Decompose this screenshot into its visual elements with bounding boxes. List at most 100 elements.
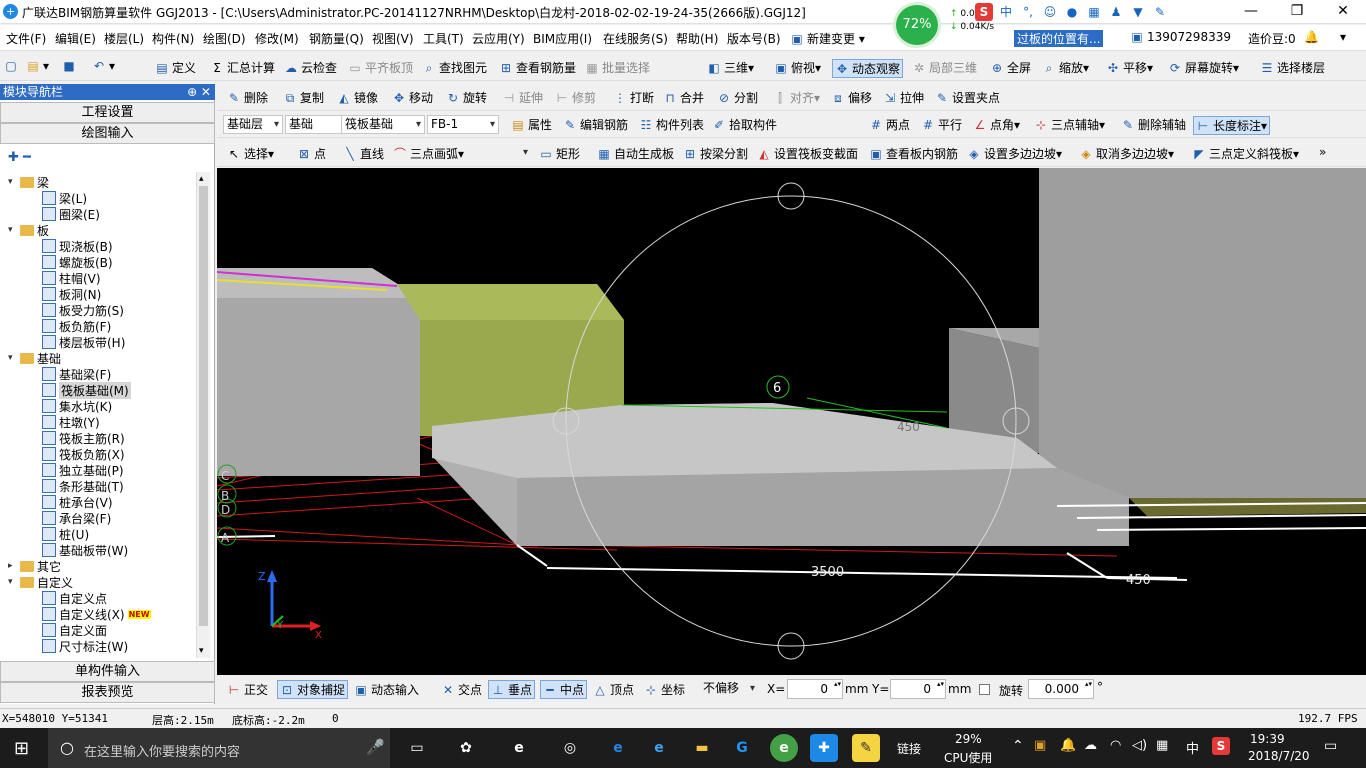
menu-tools[interactable]: 工具(T) (423, 30, 464, 47)
menu-help[interactable]: 帮助(H) (676, 30, 718, 47)
menu-online[interactable]: 在线服务(S) (603, 30, 668, 47)
vertex-snap[interactable]: △ 顶点 (593, 681, 634, 698)
volume-icon[interactable]: ◁) (1132, 738, 1147, 753)
menu-floor[interactable]: 楼层(L) (104, 30, 144, 47)
green-app-icon[interactable]: e (770, 734, 798, 762)
notification-icon[interactable]: ▭ (1324, 738, 1337, 754)
tree-folder[interactable]: ▾ 梁 (8, 174, 49, 190)
tree-item[interactable]: 筏板主筋(R) (42, 430, 125, 446)
set-section-button[interactable]: ◭ 设置筏板变截面 (757, 145, 858, 162)
tray-bell-icon[interactable]: 🔔 (1060, 738, 1076, 753)
stretch-button[interactable]: ⇲ 拉伸 (883, 89, 924, 106)
delete-aux-button[interactable]: ✎ 删除辅轴 (1121, 116, 1186, 133)
local-3d-button[interactable]: ✲ 局部三维 (912, 59, 977, 76)
tree-item[interactable]: 圈梁(E) (42, 206, 100, 222)
new-change-button[interactable]: ▣ 新建变更 ▾ (790, 30, 865, 47)
auto-gen-slab-button[interactable]: ▦ 自动生成板 (597, 145, 674, 162)
link-label[interactable]: 链接 (897, 740, 921, 757)
emoji-icon[interactable]: ☺ (1041, 3, 1059, 21)
select-button[interactable]: ↖ 选择 ▾ (227, 145, 274, 162)
point-angle-button[interactable]: ∠ 点角 ▾ (973, 116, 1020, 133)
left-block[interactable] (217, 268, 420, 476)
dynamic-orbit-button[interactable]: ✥ 动态观察 (832, 59, 904, 78)
menu-version[interactable]: 版本号(B) (727, 30, 781, 47)
project-settings-button[interactable]: 工程设置 (0, 102, 215, 123)
keyboard-icon[interactable]: ▦ (1085, 3, 1103, 21)
undo-icon[interactable]: ↶ ▾ (92, 59, 115, 73)
minimize-button[interactable]: — (1228, 0, 1274, 24)
rectangle-button[interactable]: ▭ 矩形 (539, 145, 580, 162)
fan-app-icon[interactable]: ✿ (452, 734, 480, 762)
menu-view[interactable]: 视图(V) (372, 30, 414, 47)
offset-button[interactable]: ⧈ 偏移 (831, 89, 872, 106)
define-button[interactable]: ▤ 定义 (155, 59, 196, 76)
tree-item[interactable]: 板洞(N) (42, 286, 101, 302)
maximize-button[interactable]: ❐ (1274, 0, 1320, 24)
new-file-icon[interactable]: ▢ (4, 59, 21, 73)
sum-calc-button[interactable]: Σ 汇总计算 (210, 59, 275, 76)
open-file-icon[interactable]: ▤ ▾ (26, 59, 49, 73)
menu-bim[interactable]: BIM应用(I) (533, 30, 592, 47)
ggj-app-icon[interactable]: ✚ (810, 734, 838, 762)
parallel-aux-button[interactable]: # 平行 (921, 116, 962, 133)
edge-icon[interactable]: e (604, 734, 632, 762)
x-input[interactable]: 0 (787, 679, 843, 699)
wrench-icon[interactable]: ✎ (1151, 3, 1169, 21)
batch-select-button[interactable]: ▦ 批量选择 (585, 59, 650, 76)
menu-draw[interactable]: 绘图(D) (203, 30, 246, 47)
menu-modify[interactable]: 修改(M) (255, 30, 299, 47)
split-button[interactable]: ⊘ 分割 (717, 89, 758, 106)
pan-button[interactable]: ✣ 平移 ▾ (1106, 59, 1153, 76)
tree-folder[interactable]: ▾ 板 (8, 222, 49, 238)
delete-button[interactable]: ✎ 删除 (227, 89, 268, 106)
tree-item[interactable]: 楼层板带(H) (42, 334, 125, 350)
copy-button[interactable]: ⧉ 复制 (283, 89, 324, 106)
tree-item[interactable]: 板受力筋(S) (42, 302, 124, 318)
tree-item[interactable]: 螺旋板(B) (42, 254, 113, 270)
tree-scrollbar[interactable]: ▴ ▾ (196, 172, 210, 658)
shirt-icon[interactable]: ▼ (1129, 3, 1147, 21)
browser-icon[interactable]: ◎ (556, 734, 584, 762)
tree-item[interactable]: 筏板基础(M) (42, 381, 131, 399)
tree-item[interactable]: 独立基础(P) (42, 462, 124, 478)
menu-cloud[interactable]: 云应用(Y) (472, 30, 525, 47)
move-button[interactable]: ✥ 移动 (392, 89, 433, 106)
tree-item[interactable]: 自定义线(X) NEW (42, 606, 151, 622)
keyboard-icon[interactable]: ▦ (1156, 738, 1168, 753)
flat-top-button[interactable]: ▭ 平齐板顶 (348, 59, 413, 76)
report-preview-button[interactable]: 报表预览 (0, 682, 215, 703)
wifi-icon[interactable]: ◠ (1110, 738, 1121, 753)
3d-viewport[interactable]: 3500 450 450 6 C B D A Z Y X (217, 168, 1366, 675)
arc-mode-select[interactable] (479, 144, 531, 163)
menu-file[interactable]: 文件(F) (6, 30, 46, 47)
ime-indicator[interactable]: 中 (1186, 738, 1199, 757)
expand-collapse-icons[interactable]: ✚ ━ (8, 150, 31, 165)
length-dim-button[interactable]: ⊢ 长度标注 ▾ (1193, 116, 1271, 135)
merge-button[interactable]: ⊓ 合并 (663, 89, 704, 106)
tray-cloud-icon[interactable]: ☁ (1084, 738, 1097, 753)
tree-item[interactable]: 集水坑(K) (42, 398, 112, 414)
right-block[interactable] (1039, 168, 1366, 498)
pick-element-button[interactable]: ✐ 拾取构件 (712, 116, 777, 133)
clock-time[interactable]: 19:39 (1250, 732, 1285, 746)
tree-item[interactable]: 基础板带(W) (42, 542, 128, 558)
notice-ticker[interactable]: 过板的位置有... (1014, 30, 1104, 47)
user-icon[interactable]: ♟ (1107, 3, 1125, 21)
select-floor-button[interactable]: ☰ 选择楼层 (1260, 59, 1325, 76)
ortho-toggle[interactable]: ⊢ 正交 (227, 681, 268, 698)
single-input-button[interactable]: 单构件输入 (0, 661, 215, 682)
find-element-button[interactable]: ⌕ 查找图元 (422, 59, 487, 76)
glodon-g-icon[interactable]: G (728, 734, 756, 762)
rotate-input[interactable]: 0.000 (1028, 679, 1094, 699)
tree-item[interactable]: 桩承台(V) (42, 494, 113, 510)
view-rebar-qty-button[interactable]: ⊞ 查看钢筋量 (499, 59, 576, 76)
type-select[interactable]: 筏板基础 (341, 115, 425, 134)
coord-snap[interactable]: ⊹ 坐标 (644, 681, 685, 698)
dropdown-arrow-icon[interactable]: ▾ (1340, 30, 1346, 44)
start-windows-icon[interactable]: ⊞ (14, 738, 29, 759)
save-icon[interactable]: ■ (62, 59, 79, 73)
clock-date[interactable]: 2018/7/20 (1248, 749, 1310, 763)
three-point-aux-button[interactable]: ⊹ 三点辅轴 ▾ (1034, 116, 1105, 133)
menu-element[interactable]: 构件(N) (152, 30, 194, 47)
tree-item[interactable]: 板负筋(F) (42, 318, 111, 334)
